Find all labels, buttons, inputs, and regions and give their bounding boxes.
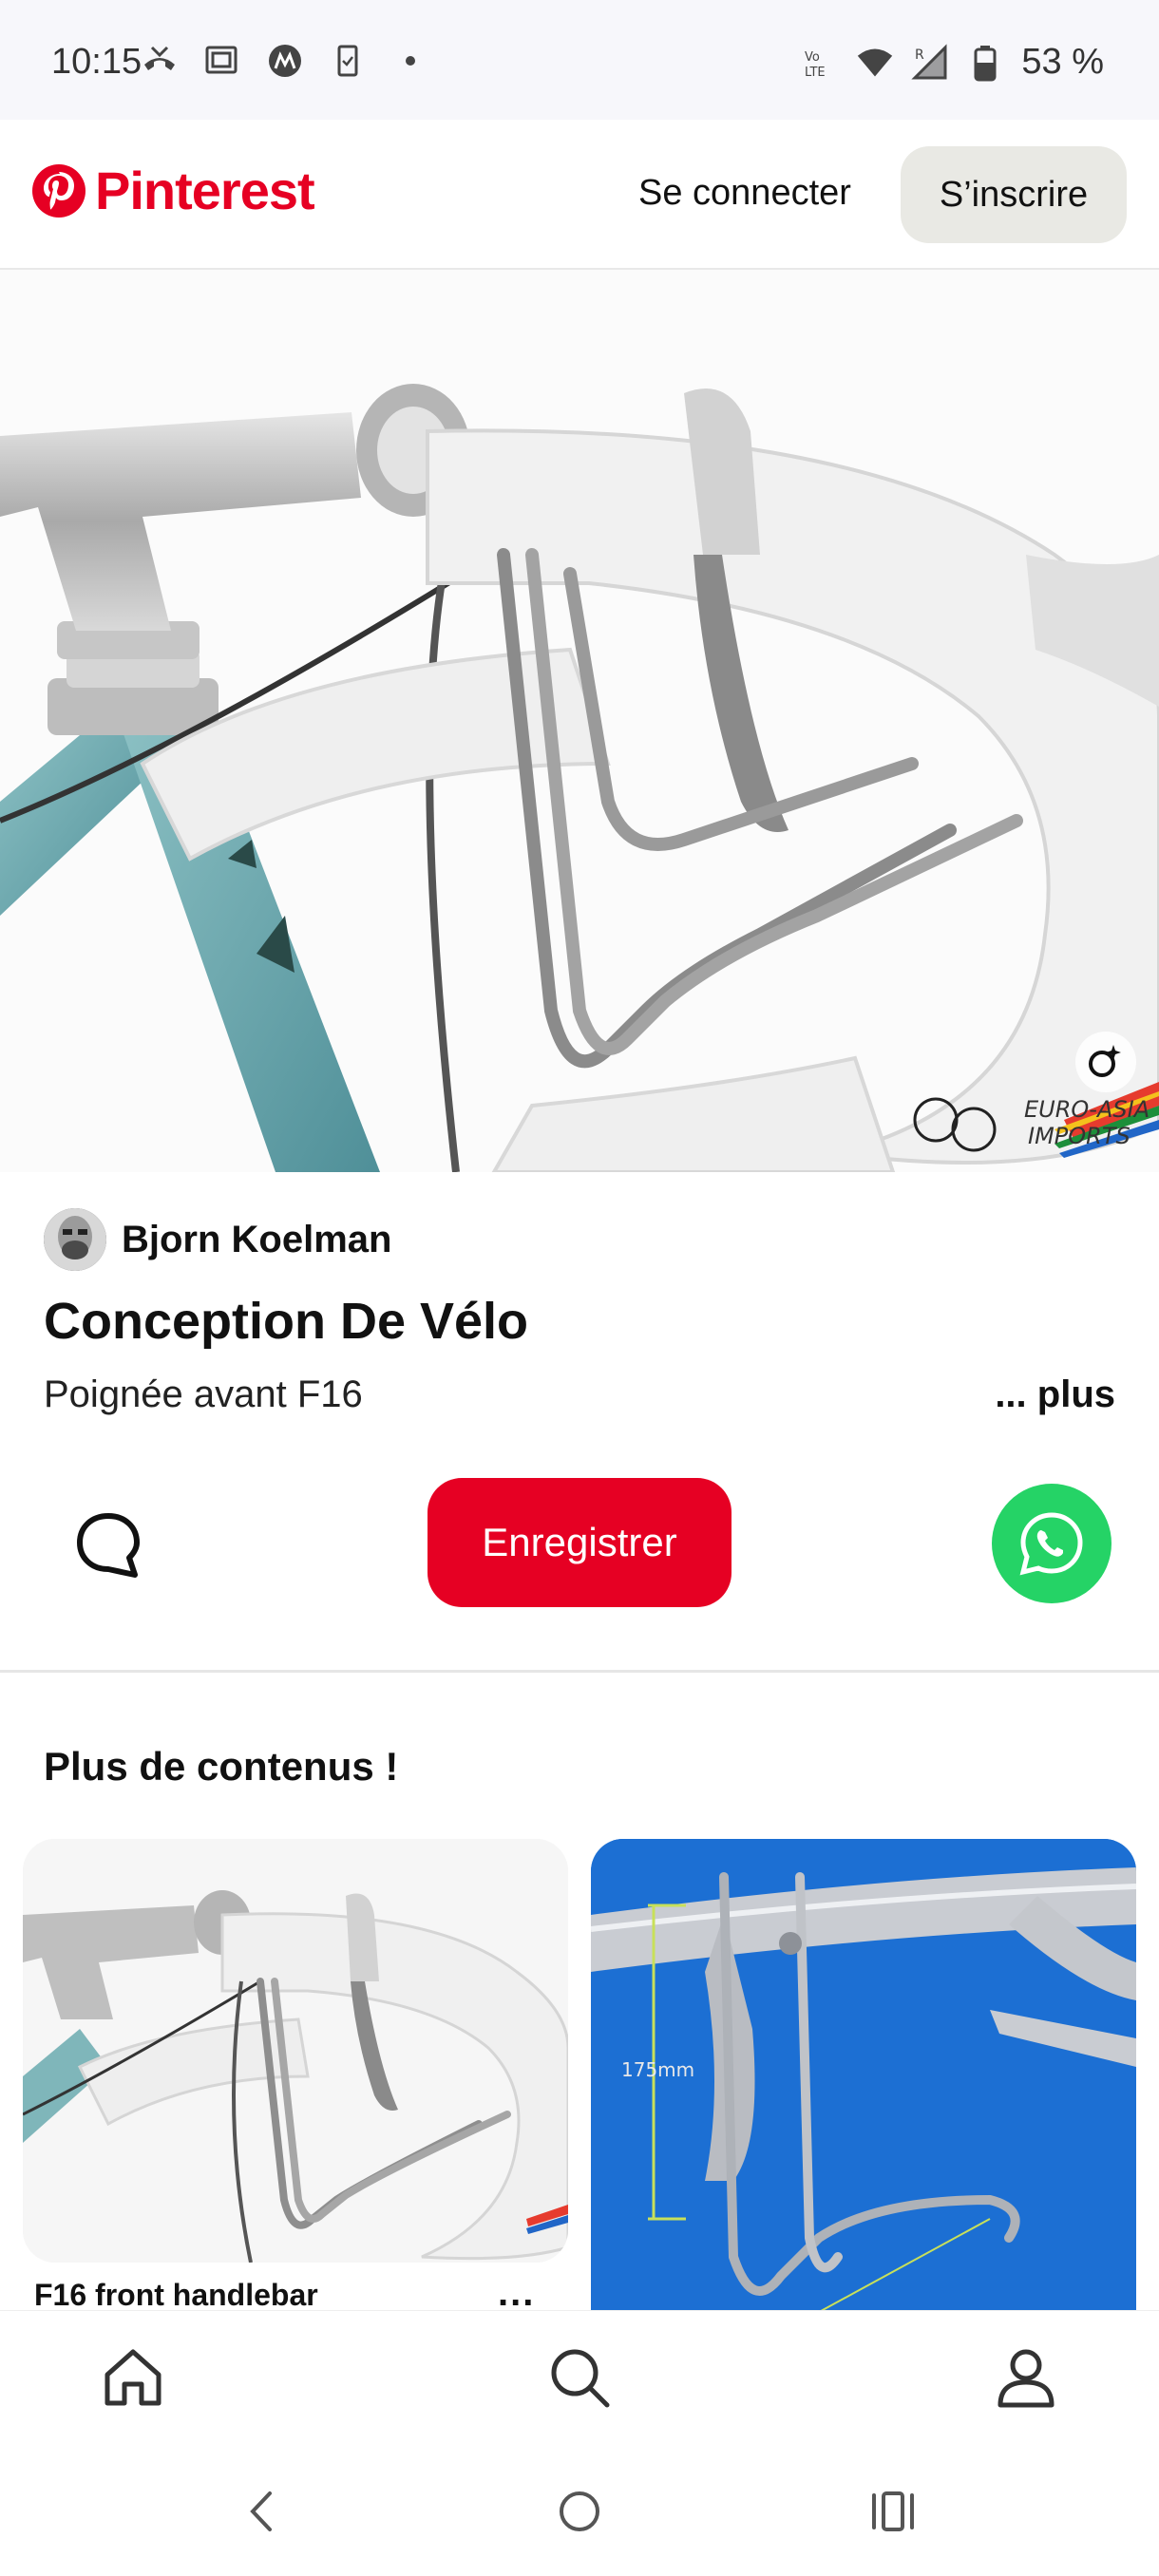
volte-icon: Vo LTE [801,44,839,82]
system-nav-bar [0,2443,1159,2576]
whatsapp-icon [1019,1512,1083,1576]
home-icon [104,2349,162,2406]
recents-icon [872,2491,914,2531]
pin-image-illustration: EURO-ASIA IMPORTS [0,270,1159,1172]
pinterest-logo-icon [32,163,86,218]
lens-sparkle-icon [1089,1045,1121,1077]
system-back-button[interactable] [234,2483,291,2540]
svg-text:R: R [915,47,924,63]
status-time: 10:15 [51,42,142,82]
missed-call-icon [141,42,179,80]
logo-text: Pinterest [95,161,315,220]
pin-title: Conception De Vélo [44,1293,529,1350]
svg-text:IMPORTS: IMPORTS [1028,1123,1130,1149]
motorola-icon [266,42,304,80]
home-circle-icon [560,2491,599,2531]
clipboard-icon [329,42,367,80]
more-link[interactable]: ... plus [995,1373,1115,1416]
system-recents-button[interactable] [864,2483,922,2540]
nav-profile[interactable] [988,2339,1064,2415]
author-name: Bjorn Koelman [122,1218,392,1260]
related-pin-image [23,1839,568,2263]
pin-image[interactable]: EURO-ASIA IMPORTS [0,270,1159,1172]
avatar [44,1208,106,1271]
svg-text:Vo: Vo [805,50,820,65]
status-icons-left [141,42,429,80]
related-pin-menu-button[interactable]: ... [498,2272,535,2315]
bottom-nav [0,2310,1159,2443]
battery-icon [966,44,1004,82]
signup-button[interactable]: S’inscrire [901,146,1127,243]
visual-search-button[interactable] [1075,1032,1136,1092]
whatsapp-share-button[interactable] [992,1484,1112,1603]
pinterest-logo[interactable]: Pinterest [30,160,315,221]
save-button[interactable]: Enregistrer [428,1478,732,1607]
svg-text:175mm: 175mm [621,2058,694,2081]
dot-icon [391,42,429,80]
login-link[interactable]: Se connecter [638,173,851,214]
status-bar: 10:15 Vo LTE R 53 % [0,0,1159,120]
search-icon [551,2349,610,2408]
related-pin-image-2: 175mm [591,1839,1136,2333]
wifi-icon [856,44,894,82]
app-header: Pinterest Se connecter S’inscrire [0,120,1159,270]
more-content-title: Plus de contenus ! [44,1744,399,1789]
section-divider [0,1670,1159,1673]
pin-author[interactable]: Bjorn Koelman [44,1208,391,1271]
system-home-button[interactable] [551,2483,608,2540]
comment-icon [77,1513,140,1578]
comment-button[interactable] [72,1508,144,1581]
back-icon [250,2491,272,2531]
battery-level: 53 % [1021,42,1104,82]
nav-home[interactable] [95,2339,171,2415]
related-pin-title: F16 front handlebar [34,2278,318,2312]
related-pin-card[interactable] [23,1839,568,2263]
related-pin-card-2[interactable]: 175mm [591,1839,1136,2333]
pin-description: Poignée avant F16 [44,1373,363,1415]
status-icons-right: Vo LTE R 53 % [801,42,1104,83]
profile-icon [998,2349,1054,2408]
signal-icon: R [911,43,949,82]
cast-icon [203,42,241,80]
nav-search[interactable] [542,2339,618,2415]
svg-text:EURO-ASIA: EURO-ASIA [1024,1096,1150,1123]
svg-text:LTE: LTE [805,66,826,80]
